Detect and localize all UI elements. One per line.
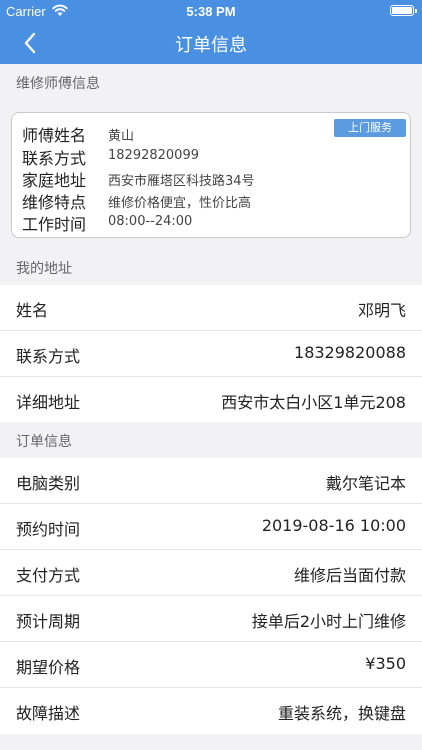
order-row-payment[interactable]: 支付方式 维修后当面付款 — [0, 550, 422, 596]
status-bar: Carrier 5:38 PM — [0, 0, 422, 22]
row-value: 西安市雁塔区科技路34号 — [108, 174, 255, 189]
row-label: 故障描述 — [16, 704, 81, 723]
battery-icon — [390, 5, 417, 16]
row-label: 期望价格 — [16, 658, 81, 677]
row-value: 维修价格便宜，性价比高 — [108, 196, 252, 211]
address-row-phone[interactable]: 联系方式 18329820088 — [0, 331, 422, 377]
row-label: 预约时间 — [16, 520, 81, 539]
onsite-service-button[interactable]: 上门服务 — [334, 119, 406, 137]
nav-header: 订单信息 — [0, 22, 422, 64]
row-value: 08:00--24:00 — [108, 214, 193, 229]
row-value: 18292820099 — [108, 148, 199, 163]
row-value: 2019-08-16 10:00 — [261, 516, 406, 535]
row-label: 联系方式 — [22, 149, 87, 168]
row-value: 维修后当面付款 — [293, 566, 406, 585]
order-row-appointment[interactable]: 预约时间 2019-08-16 10:00 — [0, 504, 422, 550]
row-label: 家庭地址 — [22, 171, 87, 190]
row-value: 邓明飞 — [357, 301, 406, 320]
order-row-fault[interactable]: 故障描述 重装系统，换键盘 — [0, 688, 422, 734]
navigation-bar: Carrier 5:38 PM 订单信息 — [0, 0, 422, 64]
order-row-computer-type[interactable]: 电脑类别 戴尔笔记本 — [0, 458, 422, 504]
address-row-detail[interactable]: 详细地址 西安市太白小区1单元208 — [0, 377, 422, 423]
row-label: 预计周期 — [16, 612, 81, 631]
row-label: 支付方式 — [16, 566, 81, 585]
order-list: 电脑类别 戴尔笔记本 预约时间 2019-08-16 10:00 支付方式 维修… — [0, 458, 422, 734]
row-label: 电脑类别 — [16, 474, 81, 493]
address-row-name[interactable]: 姓名 邓明飞 — [0, 285, 422, 331]
row-value: 戴尔笔记本 — [325, 474, 406, 493]
order-row-price[interactable]: 期望价格 ¥350 — [0, 642, 422, 688]
section-header-order: 订单信息 — [0, 422, 422, 458]
row-label: 详细地址 — [16, 393, 81, 412]
row-value: 接单后2小时上门维修 — [251, 612, 406, 631]
row-label: 联系方式 — [16, 347, 81, 366]
row-label: 姓名 — [16, 301, 49, 320]
row-label: 工作时间 — [22, 215, 87, 234]
repairman-card: 上门服务 师傅姓名 黄山 联系方式 18292820099 家庭地址 西安市雁塔… — [11, 112, 411, 238]
address-list: 姓名 邓明飞 联系方式 18329820088 详细地址 西安市太白小区1单元2… — [0, 285, 422, 423]
row-value: 黄山 — [108, 129, 135, 144]
row-value: 重装系统，换键盘 — [277, 704, 406, 723]
order-row-period[interactable]: 预计周期 接单后2小时上门维修 — [0, 596, 422, 642]
section-header-address: 我的地址 — [0, 249, 422, 285]
row-label: 维修特点 — [22, 193, 87, 212]
section-header-repairman: 维修师傅信息 — [0, 64, 422, 100]
row-value: ¥350 — [365, 654, 406, 673]
row-label: 师傅姓名 — [22, 126, 87, 145]
page-title: 订单信息 — [175, 35, 247, 56]
row-value: 18329820088 — [294, 343, 406, 362]
clock: 5:38 PM — [186, 4, 236, 19]
row-value: 西安市太白小区1单元208 — [221, 393, 406, 412]
